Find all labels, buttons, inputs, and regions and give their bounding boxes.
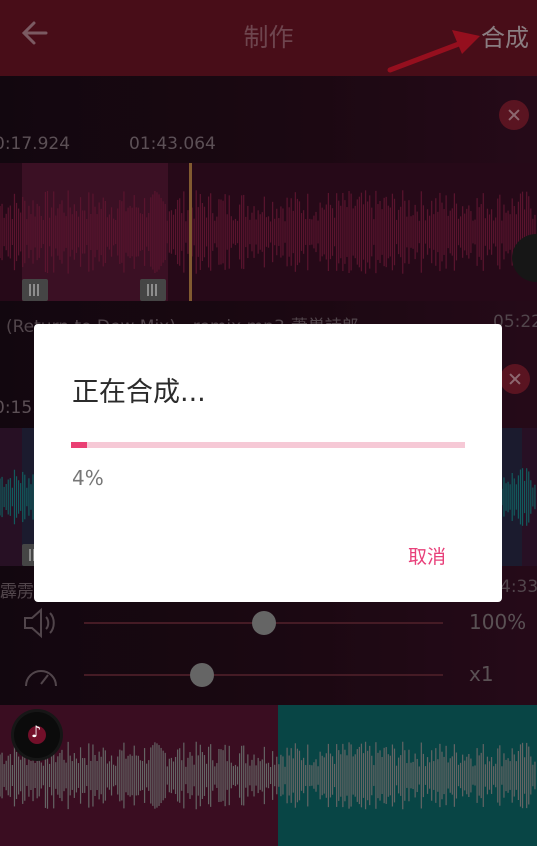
cancel-button[interactable]: 取消: [408, 542, 446, 569]
progress-bar-fill: [71, 442, 87, 448]
dialog-title: 正在合成...: [72, 377, 206, 408]
progress-bar-track: [71, 442, 465, 448]
progress-dialog: 正在合成... 4% 取消: [34, 324, 502, 602]
progress-percent: 4%: [72, 466, 104, 490]
